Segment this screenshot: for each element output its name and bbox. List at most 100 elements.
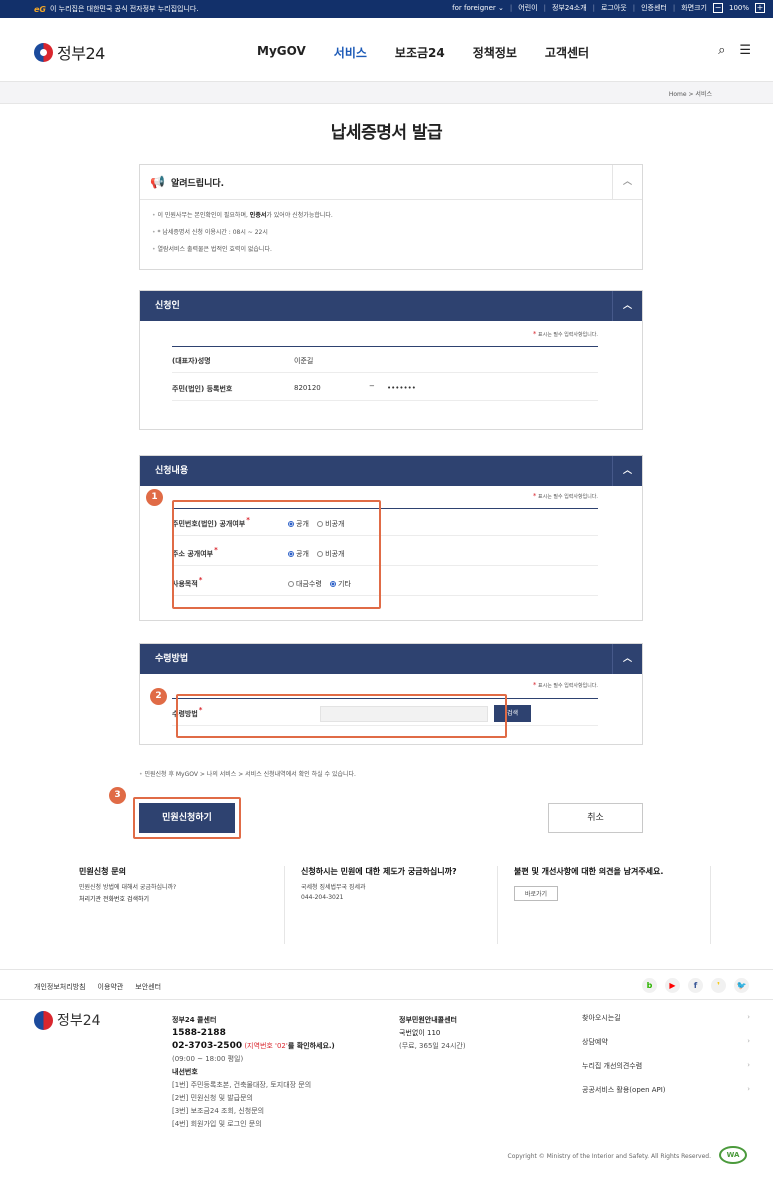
- id-dash: −: [369, 382, 375, 390]
- chevron-up-icon[interactable]: ︿: [612, 165, 642, 200]
- required-note: * 표시는 필수 입력사항입니다.: [532, 492, 598, 500]
- facebook-icon[interactable]: f: [688, 978, 703, 993]
- link-consult[interactable]: 상담예약: [582, 1037, 750, 1061]
- divider: [284, 866, 285, 944]
- nav-service[interactable]: 서비스: [334, 44, 367, 61]
- step-badge: 3: [109, 787, 126, 804]
- help-phone: 044-204-3021: [301, 894, 344, 901]
- highlight-box: [133, 797, 241, 839]
- chevron-up-icon[interactable]: ︿: [612, 456, 642, 486]
- callcenter-info: 정부24 콜센터 1588-2188 02-3703-2500 (지역번호 '0…: [172, 1014, 335, 1131]
- divider: |: [509, 4, 513, 12]
- menu-icon[interactable]: ☰: [739, 43, 751, 58]
- youtube-icon[interactable]: ▶: [665, 978, 680, 993]
- notice-list: 이 민원사무는 본인확인이 필요하며, 인증서가 있어야 신청가능합니다. * …: [140, 200, 642, 253]
- notice-item: 이 민원사무는 본인확인이 필요하며, 인증서가 있어야 신청가능합니다.: [152, 210, 642, 219]
- cancel-button[interactable]: 취소: [548, 803, 643, 833]
- link-open-api[interactable]: 공공서비스 활용(open API): [582, 1085, 750, 1109]
- divider: [710, 866, 711, 944]
- link-logout[interactable]: 로그아웃: [601, 3, 627, 13]
- taegeuk-logo-icon: [34, 1010, 53, 1030]
- help-title: 민원신청 문의: [79, 867, 126, 876]
- zoom-label: 화면크기: [681, 4, 707, 12]
- zoom-out-button[interactable]: −: [712, 3, 723, 13]
- receive-header-label: 수령방법: [155, 654, 189, 664]
- site-header: 정부24 MyGOV 서비스 보조금24 정책정보 고객센터 ⌕ ☰: [0, 18, 773, 82]
- breadcrumb: Home > 서비스: [668, 91, 712, 98]
- help-feedback: 불편 및 개선사항에 대한 의견을 남겨주세요. 바로가기: [514, 866, 663, 901]
- link-terms[interactable]: 이용약관: [98, 982, 124, 992]
- receive-header[interactable]: 수령방법 ︿: [140, 644, 642, 674]
- link-feedback[interactable]: 누리집 개선의견수렴: [582, 1061, 750, 1085]
- notice-item: 열람서비스 출력물은 법적인 효력이 없습니다.: [152, 244, 642, 253]
- chevron-up-icon[interactable]: ︿: [612, 644, 642, 674]
- center-number: 국번없이 110: [399, 1029, 441, 1037]
- link-privacy[interactable]: 개인정보처리방침: [34, 982, 86, 992]
- help-org: 국세청 징세법무국 징세과: [301, 884, 366, 891]
- zoom-level: 100%: [728, 4, 749, 12]
- breadcrumb-bar: Home > 서비스: [0, 82, 773, 104]
- divider: |: [543, 4, 546, 12]
- content-header[interactable]: 신청내용 ︿: [140, 456, 642, 486]
- applicant-panel: 신청인 ︿ * 표시는 필수 입력사항입니다. (대표자)성명 이준길 주민(법…: [139, 290, 643, 430]
- notice-box: 📢 알려드립니다. ︿ 이 민원사무는 본인확인이 필요하며, 인증서가 있어야…: [139, 164, 643, 270]
- center-hours: (무료, 365일 24시간): [399, 1042, 466, 1050]
- mygov-tip: 민원신청 후 MyGOV > 나의 서비스 > 서비스 신청내역에서 확인 하실…: [139, 769, 356, 778]
- chevron-up-icon[interactable]: ︿: [612, 291, 642, 321]
- link-security[interactable]: 보안센터: [135, 982, 161, 992]
- footer-links: 개인정보처리방침 이용약관 보안센터: [34, 982, 161, 992]
- phone-search-link[interactable]: 처리기관 전화번호 검색하기: [79, 894, 176, 903]
- name-label: (대표자)성명: [172, 357, 211, 365]
- nav-customer-center[interactable]: 고객센터: [545, 44, 589, 61]
- footer-bar: 개인정보처리방침 이용약관 보안센터 b ▶ f ❜ 🐦: [0, 969, 773, 1000]
- help-apply-inquiry: 민원신청 문의 민원신청 방법에 대해서 궁금하십니까? 처리기관 전화번호 검…: [79, 866, 176, 906]
- zoom-in-button[interactable]: +: [755, 3, 765, 13]
- notice-header[interactable]: 📢 알려드립니다. ︿: [140, 165, 642, 200]
- goto-button[interactable]: 바로가기: [514, 886, 559, 901]
- highlight-box: [176, 694, 507, 738]
- twitter-icon[interactable]: 🐦: [734, 978, 749, 993]
- nav-subsidy[interactable]: 보조금24: [395, 44, 445, 61]
- notice-title: 알려드립니다.: [170, 178, 225, 189]
- taegeuk-logo-icon: [34, 42, 53, 62]
- content-header-label: 신청내용: [155, 466, 189, 476]
- applicant-header[interactable]: 신청인 ︿: [140, 291, 642, 321]
- kakao-icon[interactable]: ❜: [711, 978, 726, 993]
- nav-policy[interactable]: 정책정보: [473, 44, 517, 61]
- nav-mygov[interactable]: MyGOV: [257, 44, 306, 61]
- gov-mark-icon: eG: [34, 4, 46, 14]
- highlight-box: [172, 500, 381, 609]
- id-back-masked: •••••••: [387, 384, 416, 392]
- id-front: 820120: [294, 384, 321, 392]
- link-about[interactable]: 정부24소개: [552, 3, 587, 13]
- page-title: 납세증명서 발급: [330, 123, 443, 143]
- site-logo[interactable]: 정부24: [34, 40, 105, 64]
- link-cert-center[interactable]: 인증센터: [641, 3, 667, 13]
- search-icon[interactable]: ⌕: [718, 43, 725, 58]
- help-text: 민원신청 방법에 대해서 궁금하십니까?: [79, 884, 177, 891]
- name-value: 이준길: [294, 357, 314, 365]
- ext-item: [3번] 보조금24 조회, 신청문의: [172, 1107, 265, 1115]
- main-nav: MyGOV 서비스 보조금24 정책정보 고객센터: [257, 44, 589, 61]
- call-hours: (09:00 ~ 18:00 평일): [172, 1055, 244, 1063]
- link-directions[interactable]: 찾아오시는길: [582, 1013, 750, 1037]
- help-title: 불편 및 개선사항에 대한 의견을 남겨주세요.: [514, 867, 664, 876]
- help-title: 신청하시는 민원에 대한 제도가 궁금하십니까?: [301, 867, 457, 876]
- gov-callcenter-info: 정부민원안내콜센터 국번없이 110 (무료, 365일 24시간): [399, 1014, 466, 1053]
- divider: |: [592, 4, 595, 12]
- help-system-inquiry: 신청하시는 민원에 대한 제도가 궁금하십니까? 국세청 징세법무국 징세과 0…: [301, 866, 457, 904]
- link-kids[interactable]: 어린이: [518, 3, 537, 13]
- gov-notice: eG 이 누리집은 대한민국 공식 전자정부 누리집입니다.: [34, 4, 199, 14]
- applicant-header-label: 신청인: [155, 301, 180, 311]
- notice-item: * 납세증명서 신청 이용시간 : 08시 ~ 22시: [152, 227, 642, 236]
- ext-item: [4번] 회원가입 및 로그인 문의: [172, 1120, 262, 1128]
- megaphone-icon: 📢: [150, 175, 165, 189]
- required-note: * 표시는 필수 입력사항입니다.: [532, 330, 598, 338]
- center-title: 정부민원안내콜센터: [399, 1016, 457, 1024]
- call-number-2-line: 02-3703-2500 (지역번호 '02'를 확인하세요.): [172, 1041, 335, 1051]
- link-for-foreigner[interactable]: for foreigner ⌄: [452, 4, 504, 12]
- web-accessibility-mark: WA: [719, 1146, 747, 1164]
- social-links: b ▶ f ❜ 🐦: [642, 978, 749, 993]
- ext-title: 내선번호: [172, 1068, 198, 1076]
- blog-icon[interactable]: b: [642, 978, 657, 993]
